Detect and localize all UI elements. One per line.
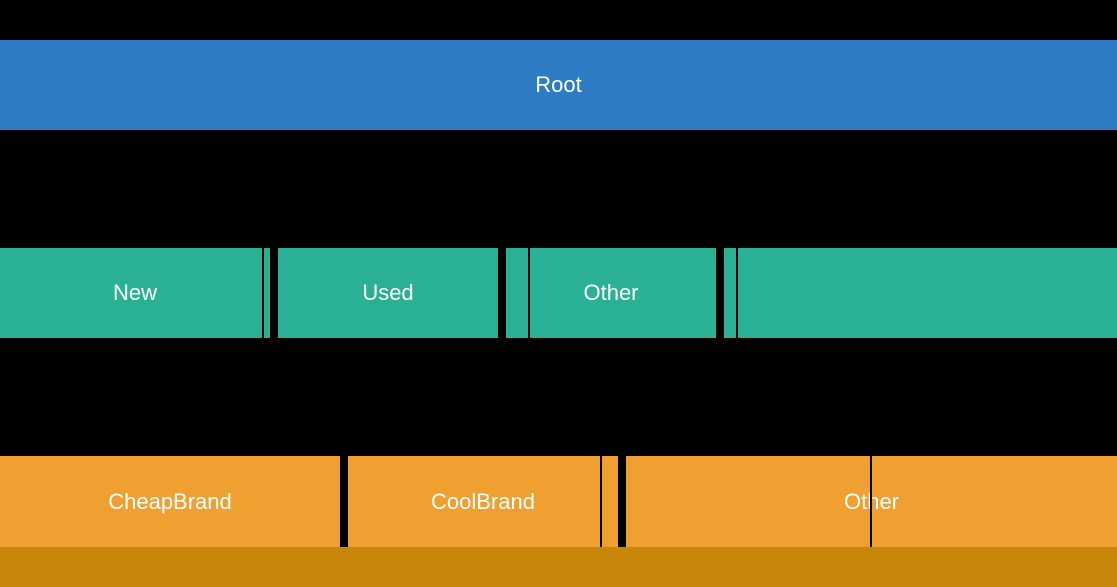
- condition-used-label: Used: [362, 280, 413, 306]
- condition-other-node[interactable]: Other: [506, 248, 716, 338]
- root-node: Root: [0, 40, 1117, 130]
- condition-rest-node: [724, 248, 1117, 338]
- condition-divider-3: [736, 248, 738, 338]
- brand-cheapbrand-node[interactable]: CheapBrand: [0, 456, 340, 547]
- condition-new-label: New: [113, 280, 157, 306]
- root-label: Root: [535, 72, 581, 98]
- brand-coolbrand-label: CoolBrand: [431, 489, 535, 515]
- condition-row: New Used Other: [0, 248, 1117, 338]
- brand-row: CheapBrand CoolBrand Other: [0, 456, 1117, 547]
- condition-divider-2: [528, 248, 530, 338]
- condition-other-label: Other: [583, 280, 638, 306]
- condition-new-node[interactable]: New: [0, 248, 270, 338]
- gold-bar: [0, 547, 1117, 587]
- brand-cheapbrand-label: CheapBrand: [108, 489, 232, 515]
- brand-divider-1: [600, 456, 602, 547]
- condition-divider-1: [262, 248, 264, 338]
- brand-divider-2: [870, 456, 872, 547]
- brand-coolbrand-node[interactable]: CoolBrand: [348, 456, 618, 547]
- condition-used-node[interactable]: Used: [278, 248, 498, 338]
